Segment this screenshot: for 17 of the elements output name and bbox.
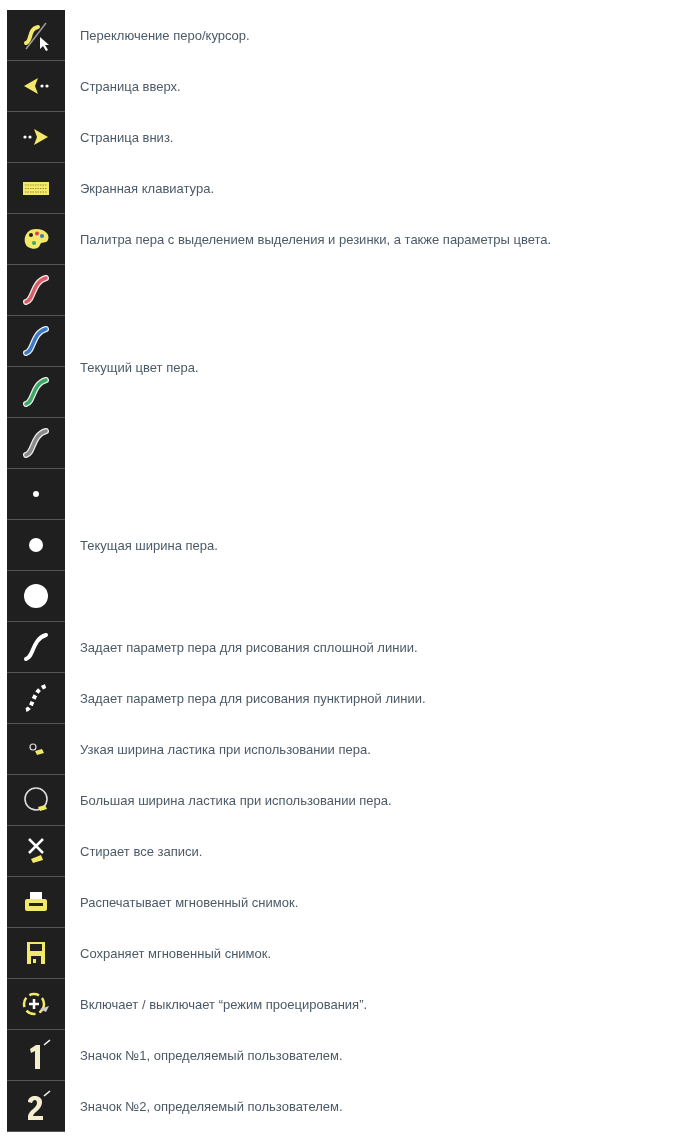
icon-description: Страница вверх. <box>80 79 181 94</box>
icon-description: Текущий цвет пера. <box>80 359 199 375</box>
icon-description: Задает параметр пера для рисования пунктирной линии. <box>80 691 426 706</box>
icon-description: Включает / выключает “режим проецирования”. <box>80 997 368 1012</box>
icon-description: Палитра пера с выделением выделения и резинки, а также параметры цвета. <box>80 232 552 247</box>
icon-description: Стирает все записи. <box>80 844 203 859</box>
icon-description: Значок №2, определяемый пользователем. <box>80 1099 343 1114</box>
icon-description: Страница вниз. <box>80 130 174 145</box>
icon-description: Задает параметр пера для рисования сплошной линии. <box>80 640 418 655</box>
icon-description: Большая ширина ластика при использовании пера. <box>80 793 392 808</box>
icon-description: Переключение перо/курсор. <box>80 28 250 43</box>
icon-description: Распечатывает мгновенный снимок. <box>80 895 299 910</box>
icon-description: Узкая ширина ластика при использовании пера. <box>80 742 371 757</box>
icon-description: Экранная клавиатура. <box>80 181 215 196</box>
icon-description: Текущая ширина пера. <box>80 538 218 553</box>
icon-description: Значок №1, определяемый пользователем. <box>80 1048 343 1063</box>
icon-description: Сохраняет мгновенный снимок. <box>80 946 272 961</box>
